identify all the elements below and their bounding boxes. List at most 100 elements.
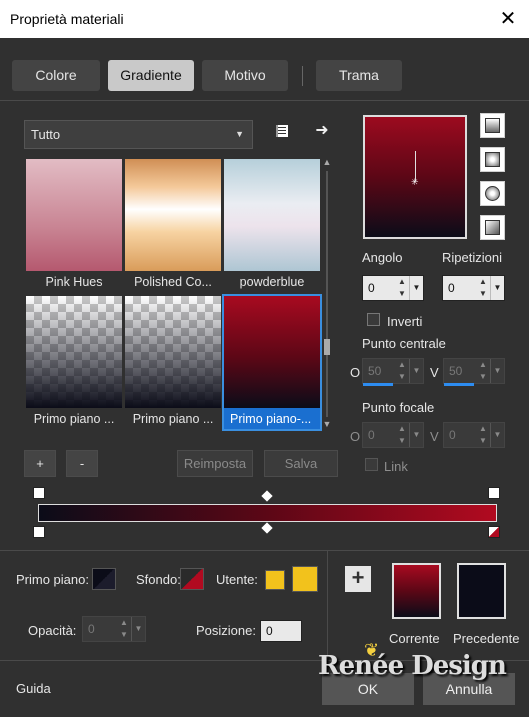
save-button[interactable]: Salva: [264, 450, 338, 477]
opacity-label: Opacità:: [28, 623, 77, 638]
scroll-track: [326, 171, 328, 417]
radial-style-icon[interactable]: [480, 215, 505, 240]
center-point-icon: ✳: [411, 177, 419, 187]
user-color-swatch-small[interactable]: [265, 570, 285, 590]
invert-checkbox[interactable]: [367, 313, 380, 326]
reset-button[interactable]: Reimposta: [177, 450, 253, 477]
scroll-down-icon[interactable]: ▼: [321, 419, 333, 431]
previous-label: Precedente: [453, 631, 520, 646]
previous-swatch[interactable]: [457, 563, 506, 619]
focal-h-label: O: [350, 429, 361, 444]
chevron-down-icon[interactable]: ▼: [490, 359, 504, 383]
chevron-down-icon[interactable]: ▼: [409, 359, 423, 383]
window-title: Proprietà materiali: [10, 11, 124, 27]
repeat-label: Ripetizioni: [442, 250, 502, 265]
remove-gradient-button[interactable]: -: [66, 450, 98, 477]
tab-colore[interactable]: Colore: [12, 60, 100, 91]
foreground-label: Primo piano:: [16, 572, 89, 587]
center-v-input[interactable]: 50 ▲ ▼ ▼: [443, 358, 505, 386]
foreground-swatch[interactable]: [92, 568, 116, 590]
gradient-tile-pink-hues[interactable]: Pink Hues: [26, 159, 122, 292]
gradient-tile-label: powderblue: [239, 275, 305, 289]
title-bar: Proprietà materiali ✕: [0, 0, 529, 38]
chevron-down-icon: ▼: [235, 129, 244, 139]
transparency-stop-end[interactable]: [488, 526, 500, 538]
gradient-preview[interactable]: ✳: [363, 115, 467, 239]
arrow-right-icon[interactable]: ➜: [312, 121, 332, 141]
position-value: 0: [266, 624, 273, 638]
slider-indicator: [363, 383, 393, 386]
tab-trama[interactable]: Trama: [316, 60, 402, 91]
repeat-input[interactable]: 0 ▲ ▼ ▼: [442, 275, 505, 301]
close-icon[interactable]: ✕: [495, 6, 521, 32]
category-value: Tutto: [31, 127, 61, 142]
library-scrollbar[interactable]: ▲ ▼: [321, 157, 333, 430]
gradient-swatch: [26, 296, 122, 408]
chevron-down-icon[interactable]: ▼: [131, 617, 145, 641]
chevron-down-icon[interactable]: ▼: [409, 276, 423, 300]
center-point-label: Punto centrale: [362, 336, 446, 351]
position-input[interactable]: 0: [260, 620, 302, 642]
center-v-label: V: [430, 365, 439, 380]
center-h-input[interactable]: 50 ▲ ▼ ▼: [362, 358, 424, 386]
current-swatch[interactable]: [392, 563, 441, 619]
help-link[interactable]: Guida: [16, 681, 51, 696]
sunburst-style-icon[interactable]: [480, 181, 505, 206]
gradient-editor-bar[interactable]: [38, 504, 497, 522]
divider: [0, 100, 529, 101]
center-h-label: O: [350, 365, 361, 380]
spinner-arrows-icon[interactable]: ▲ ▼: [476, 276, 490, 300]
user-label: Utente:: [216, 572, 258, 587]
divider: [0, 550, 529, 551]
angle-input[interactable]: 0 ▲ ▼ ▼: [362, 275, 424, 301]
gradient-tile-foreground-background[interactable]: Primo piano-...: [222, 294, 322, 431]
gradient-tile-label: Pink Hues: [45, 275, 103, 289]
linear-style-icon[interactable]: [480, 113, 505, 138]
gradient-stop-start[interactable]: [33, 487, 45, 499]
focal-v-value: 0: [449, 428, 456, 442]
opacity-input[interactable]: 0 ▲ ▼ ▼: [82, 616, 146, 642]
gradient-swatch: [125, 296, 221, 408]
library-manager-icon[interactable]: [272, 123, 292, 143]
gradient-tile-powderblue[interactable]: powderblue: [224, 159, 320, 292]
opacity-value: 0: [88, 622, 95, 636]
add-gradient-button[interactable]: +: [24, 450, 56, 477]
chevron-down-icon[interactable]: ▼: [490, 276, 504, 300]
spinner-arrows-icon[interactable]: ▲ ▼: [476, 359, 490, 383]
rectangular-style-icon[interactable]: [480, 147, 505, 172]
repeat-value: 0: [448, 281, 455, 295]
chevron-down-icon[interactable]: ▼: [409, 423, 423, 447]
chevron-down-icon[interactable]: ▼: [490, 423, 504, 447]
spinner-arrows-icon[interactable]: ▲ ▼: [395, 423, 409, 447]
angle-label: Angolo: [362, 250, 403, 265]
link-checkbox[interactable]: [365, 458, 378, 471]
user-color-swatch[interactable]: [292, 566, 318, 592]
vertical-divider: [327, 550, 328, 660]
spinner-arrows-icon[interactable]: ▲ ▼: [476, 423, 490, 447]
focal-h-input[interactable]: 0 ▲ ▼ ▼: [362, 422, 424, 448]
spinner-arrows-icon[interactable]: ▲ ▼: [395, 276, 409, 300]
focal-point-label: Punto focale: [362, 400, 435, 415]
invert-label: Inverti: [387, 314, 423, 329]
scroll-thumb[interactable]: [324, 339, 330, 355]
gradient-tile-label: Polished Co...: [134, 275, 212, 289]
focal-h-value: 0: [368, 428, 375, 442]
add-color-icon[interactable]: +: [345, 566, 371, 592]
tab-gradiente[interactable]: Gradiente: [108, 60, 194, 91]
focal-v-label: V: [430, 429, 439, 444]
gradient-tile-foreground-transparent[interactable]: Primo piano ...: [26, 296, 122, 429]
gradient-tile-foreground-transparent-2[interactable]: Primo piano ...: [125, 296, 221, 429]
transparency-stop-start[interactable]: [33, 526, 45, 538]
scroll-up-icon[interactable]: ▲: [321, 157, 333, 169]
center-v-value: 50: [449, 364, 463, 378]
gradient-stop-end[interactable]: [488, 487, 500, 499]
gradient-tile-polished-copper[interactable]: Polished Co...: [125, 159, 221, 292]
spinner-arrows-icon[interactable]: ▲ ▼: [395, 359, 409, 383]
focal-v-input[interactable]: 0 ▲ ▼ ▼: [443, 422, 505, 448]
spinner-arrows-icon[interactable]: ▲ ▼: [117, 617, 131, 641]
gradient-tile-label: Primo piano ...: [33, 412, 115, 426]
background-swatch[interactable]: [180, 568, 204, 590]
category-dropdown[interactable]: Tutto ▼: [24, 120, 253, 149]
tab-motivo[interactable]: Motivo: [202, 60, 288, 91]
center-h-value: 50: [368, 364, 382, 378]
